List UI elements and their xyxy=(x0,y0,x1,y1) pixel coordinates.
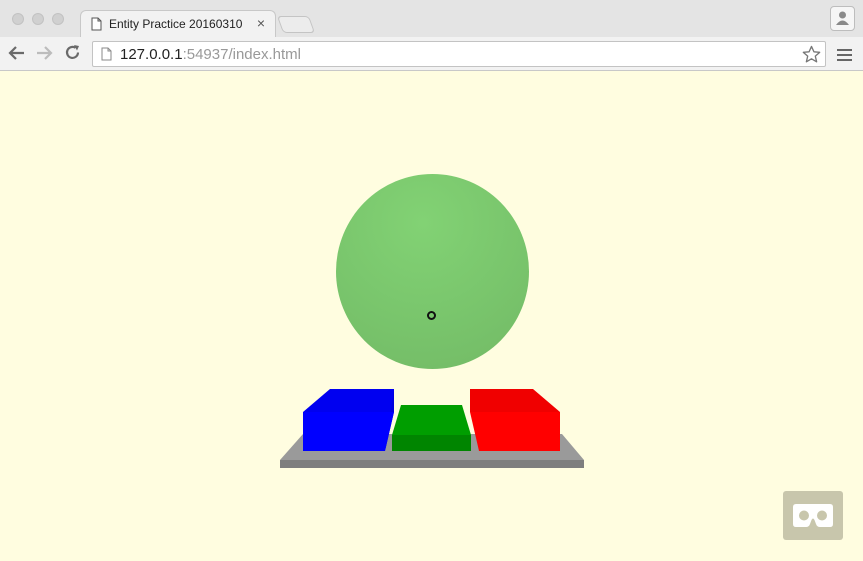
boxes-group xyxy=(280,389,584,468)
new-tab-button[interactable] xyxy=(276,16,316,33)
minimize-window-button[interactable] xyxy=(32,13,44,25)
page-icon xyxy=(91,17,102,31)
blue-box[interactable] xyxy=(303,412,394,451)
vr-cardboard-icon xyxy=(793,504,833,527)
tab-active[interactable]: Entity Practice 20160310 × xyxy=(80,10,276,37)
back-arrow-icon xyxy=(8,46,24,60)
url-path: :54937/index.html xyxy=(182,46,301,63)
tab-strip: Entity Practice 20160310 × xyxy=(0,0,863,37)
red-box[interactable] xyxy=(470,412,560,451)
close-window-button[interactable] xyxy=(12,13,24,25)
tab-title: Entity Practice 20160310 xyxy=(109,17,243,31)
browser-chrome: Entity Practice 20160310 × 127.0.0.1:549… xyxy=(0,0,863,71)
page-icon xyxy=(101,47,112,61)
url-host: 127.0.0.1 xyxy=(120,46,183,63)
forward-button[interactable] xyxy=(35,44,53,66)
tab-close-icon[interactable]: × xyxy=(257,15,265,31)
reload-icon xyxy=(65,45,80,59)
vr-mode-button[interactable] xyxy=(783,491,843,540)
url-text: 127.0.0.1:54937/index.html xyxy=(120,46,301,63)
green-box[interactable] xyxy=(392,435,471,451)
forward-arrow-icon xyxy=(37,46,53,60)
menu-icon[interactable] xyxy=(837,49,852,61)
green-box-top xyxy=(392,405,471,435)
red-box-top xyxy=(470,389,560,412)
reload-button[interactable] xyxy=(64,44,81,65)
address-bar[interactable]: 127.0.0.1:54937/index.html xyxy=(92,41,826,67)
bookmark-star-icon[interactable] xyxy=(802,45,821,64)
zoom-window-button[interactable] xyxy=(52,13,64,25)
person-icon xyxy=(836,11,849,25)
webgl-scene xyxy=(0,71,863,561)
blue-box-top xyxy=(303,389,394,412)
profile-button[interactable] xyxy=(830,6,855,31)
back-button[interactable] xyxy=(8,44,26,66)
platform-front xyxy=(280,460,584,468)
toolbar: 127.0.0.1:54937/index.html xyxy=(0,37,863,71)
